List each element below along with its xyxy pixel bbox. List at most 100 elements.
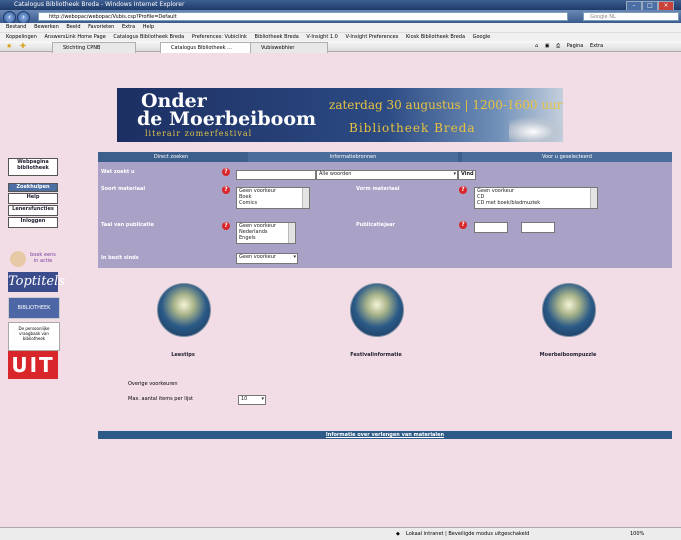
max-items-label: Max. aantal items per lijst bbox=[128, 396, 193, 402]
promo-toptitels-label: Toptitels bbox=[8, 274, 65, 289]
scrollbar[interactable] bbox=[590, 188, 597, 208]
security-zone-text: Lokaal intranet | Beveiligde modus uitge… bbox=[406, 531, 530, 537]
tab-informatiebronnen[interactable]: Informatiebronnen bbox=[248, 152, 458, 162]
verlengen-link-bar[interactable]: Informatie over verlengen van materialen bbox=[98, 431, 672, 439]
nav-inloggen-label: Inloggen bbox=[20, 218, 46, 224]
menu-help[interactable]: Help bbox=[143, 24, 154, 30]
security-zone-icon: ◆ bbox=[396, 531, 400, 537]
link-item[interactable]: Google bbox=[473, 34, 491, 40]
max-items-select[interactable]: 10 ▾ bbox=[238, 395, 266, 405]
menu-extra[interactable]: Extra bbox=[122, 24, 135, 30]
window-titlebar: Catalogus Bibliotheek Breda - Windows In… bbox=[0, 0, 681, 11]
nav-webpagina-label: Webpagina bibliotheek bbox=[17, 159, 49, 171]
banner-line2: de Moerbeiboom bbox=[137, 108, 317, 130]
tab-vubis[interactable]: Vubiswebhier bbox=[250, 42, 328, 53]
menu-beeld[interactable]: Beeld bbox=[66, 24, 80, 30]
page-menu[interactable]: Pagina bbox=[567, 43, 584, 49]
nav-zoekhulpen[interactable]: Zoekhulpen bbox=[8, 183, 58, 192]
tools-menu[interactable]: Extra bbox=[590, 43, 603, 49]
link-item[interactable]: Kiosk Bibliotheek Breda bbox=[406, 34, 465, 40]
tab-voor-u-geselecteerd[interactable]: Voor u geselecteerd bbox=[462, 152, 672, 162]
reader-icon bbox=[10, 251, 26, 267]
menu-bestand[interactable]: Bestand bbox=[6, 24, 26, 30]
taal-listbox[interactable]: Geen voorkeur Nederlands Engels bbox=[236, 222, 296, 244]
menu-bewerken[interactable]: Bewerken bbox=[34, 24, 59, 30]
scrollbar[interactable] bbox=[302, 188, 309, 208]
home-icon[interactable]: ⌂ bbox=[535, 43, 538, 49]
word-match-select[interactable]: Alle woorden ▾ bbox=[316, 170, 458, 180]
publicatiejaar-from-input[interactable] bbox=[474, 222, 508, 233]
festival-image[interactable] bbox=[350, 283, 404, 337]
chevron-down-icon: ▾ bbox=[293, 254, 296, 260]
leestips-link[interactable]: Leestips bbox=[138, 352, 228, 358]
tab-direct-zoeken[interactable]: Direct zoeken bbox=[98, 152, 244, 162]
address-bar[interactable]: http://webopac/webopac/Vubis.csp?Profile… bbox=[38, 12, 568, 21]
link-item[interactable]: Bibliotheek Breda bbox=[255, 34, 299, 40]
link-item[interactable]: Catalogus Bibliotheek Breda bbox=[113, 34, 184, 40]
link-item[interactable]: Preferences: Vubiclink bbox=[192, 34, 247, 40]
banner-date: zaterdag 30 augustus | 1200-1600 uur bbox=[329, 98, 563, 112]
links-label: Koppelingen bbox=[6, 34, 37, 40]
link-item[interactable]: V-Insight Preferences bbox=[345, 34, 398, 40]
print-icon[interactable]: ⎙ bbox=[556, 43, 560, 49]
nav-inloggen[interactable]: Inloggen bbox=[8, 217, 58, 228]
link-item[interactable]: AnswersLink Home Page bbox=[44, 34, 105, 40]
promo-uit-label: UIT bbox=[11, 353, 55, 377]
menu-favorieten[interactable]: Favorieten bbox=[88, 24, 114, 30]
festival-banner: Onder de Moerbeiboom literair zomerfesti… bbox=[117, 88, 563, 142]
materiaal-listbox[interactable]: Geen voorkeur Boek Comics bbox=[236, 187, 310, 209]
tab-stichting[interactable]: Stichting CPNB bbox=[52, 42, 136, 53]
other-preferences-label: Overige voorkeuren bbox=[128, 381, 178, 387]
max-items-value: 10 bbox=[241, 396, 248, 402]
label-in-bezit: In bezit sinds bbox=[101, 255, 139, 261]
promo-uit[interactable]: UIT bbox=[8, 351, 58, 379]
nav-help-label: Help bbox=[26, 194, 40, 200]
label-taal: Taal van publicatie bbox=[101, 222, 154, 228]
help-icon[interactable]: ? bbox=[222, 186, 230, 194]
browser-search-input[interactable]: Google NL bbox=[583, 12, 679, 21]
verlengen-link[interactable]: Informatie over verlengen van materialen bbox=[326, 432, 444, 438]
nav-lenersfuncties-label: Lenersfuncties bbox=[12, 206, 54, 212]
add-favorite-icon[interactable]: ✚ bbox=[20, 42, 26, 50]
scrollbar[interactable] bbox=[288, 223, 295, 243]
favorites-star-icon[interactable]: ★ bbox=[6, 42, 12, 50]
help-icon[interactable]: ? bbox=[222, 222, 230, 230]
vorm-option[interactable]: CD met boek/bladmuziek bbox=[477, 200, 597, 206]
puzzle-image[interactable] bbox=[542, 283, 596, 337]
in-bezit-select[interactable]: Geen voorkeur ▾ bbox=[236, 253, 298, 264]
materiaal-option[interactable]: Comics bbox=[239, 200, 309, 206]
feeds-icon[interactable]: ▣ bbox=[545, 43, 550, 49]
status-bar: ◆ Lokaal intranet | Beveiligde modus uit… bbox=[0, 527, 681, 540]
banner-subtitle: literair zomerfestival bbox=[145, 129, 253, 138]
taal-option[interactable]: Engels bbox=[239, 235, 295, 241]
help-icon[interactable]: ? bbox=[459, 221, 467, 229]
publicatiejaar-to-input[interactable] bbox=[521, 222, 555, 233]
puzzle-link[interactable]: Moerbeiboompuzzle bbox=[523, 352, 613, 358]
promo-vraagbaak-label: De persoonlijke vraagbaak van bibliothee… bbox=[18, 326, 50, 341]
festival-link[interactable]: Festivalinformatie bbox=[331, 352, 421, 358]
banner-library: Bibliotheek Breda bbox=[349, 121, 476, 135]
nav-help[interactable]: Help bbox=[8, 193, 58, 204]
promo-boek[interactable]: boek eens in actie bbox=[8, 248, 58, 270]
nav-lenersfuncties[interactable]: Lenersfuncties bbox=[8, 205, 58, 216]
banner-decoration bbox=[509, 116, 563, 142]
promo-bibliotheek[interactable]: BIBLIOTHEEK BREDA bbox=[8, 297, 60, 331]
window-title: Catalogus Bibliotheek Breda - Windows In… bbox=[14, 1, 185, 8]
links-bar: Koppelingen AnswersLink Home Page Catalo… bbox=[0, 32, 681, 41]
label-vorm-materiaal: Vorm materiaal bbox=[356, 186, 400, 192]
search-input[interactable] bbox=[236, 170, 316, 180]
nav-webpagina[interactable]: Webpagina bibliotheek bbox=[8, 158, 58, 176]
menu-bar: Bestand Bewerken Beeld Favorieten Extra … bbox=[0, 23, 681, 32]
promo-toptitels[interactable]: Toptitels bbox=[8, 272, 65, 292]
help-icon[interactable]: ? bbox=[459, 186, 467, 194]
tab-catalogus[interactable]: Catalogus Bibliotheek ... bbox=[160, 42, 258, 53]
promo-vraagbaak[interactable]: De persoonlijke vraagbaak van bibliothee… bbox=[8, 322, 60, 351]
leestips-image[interactable] bbox=[157, 283, 211, 337]
chevron-down-icon: ▾ bbox=[453, 171, 456, 177]
vind-button[interactable]: Vind bbox=[458, 170, 476, 180]
label-wat-zoekt-u: Wat zoekt u bbox=[101, 169, 135, 175]
link-item[interactable]: V-Insight 1.0 bbox=[306, 34, 337, 40]
help-icon[interactable]: ? bbox=[222, 168, 230, 176]
vorm-listbox[interactable]: Geen voorkeur CD CD met boek/bladmuziek bbox=[474, 187, 598, 209]
zoom-level[interactable]: 100% bbox=[630, 528, 644, 540]
